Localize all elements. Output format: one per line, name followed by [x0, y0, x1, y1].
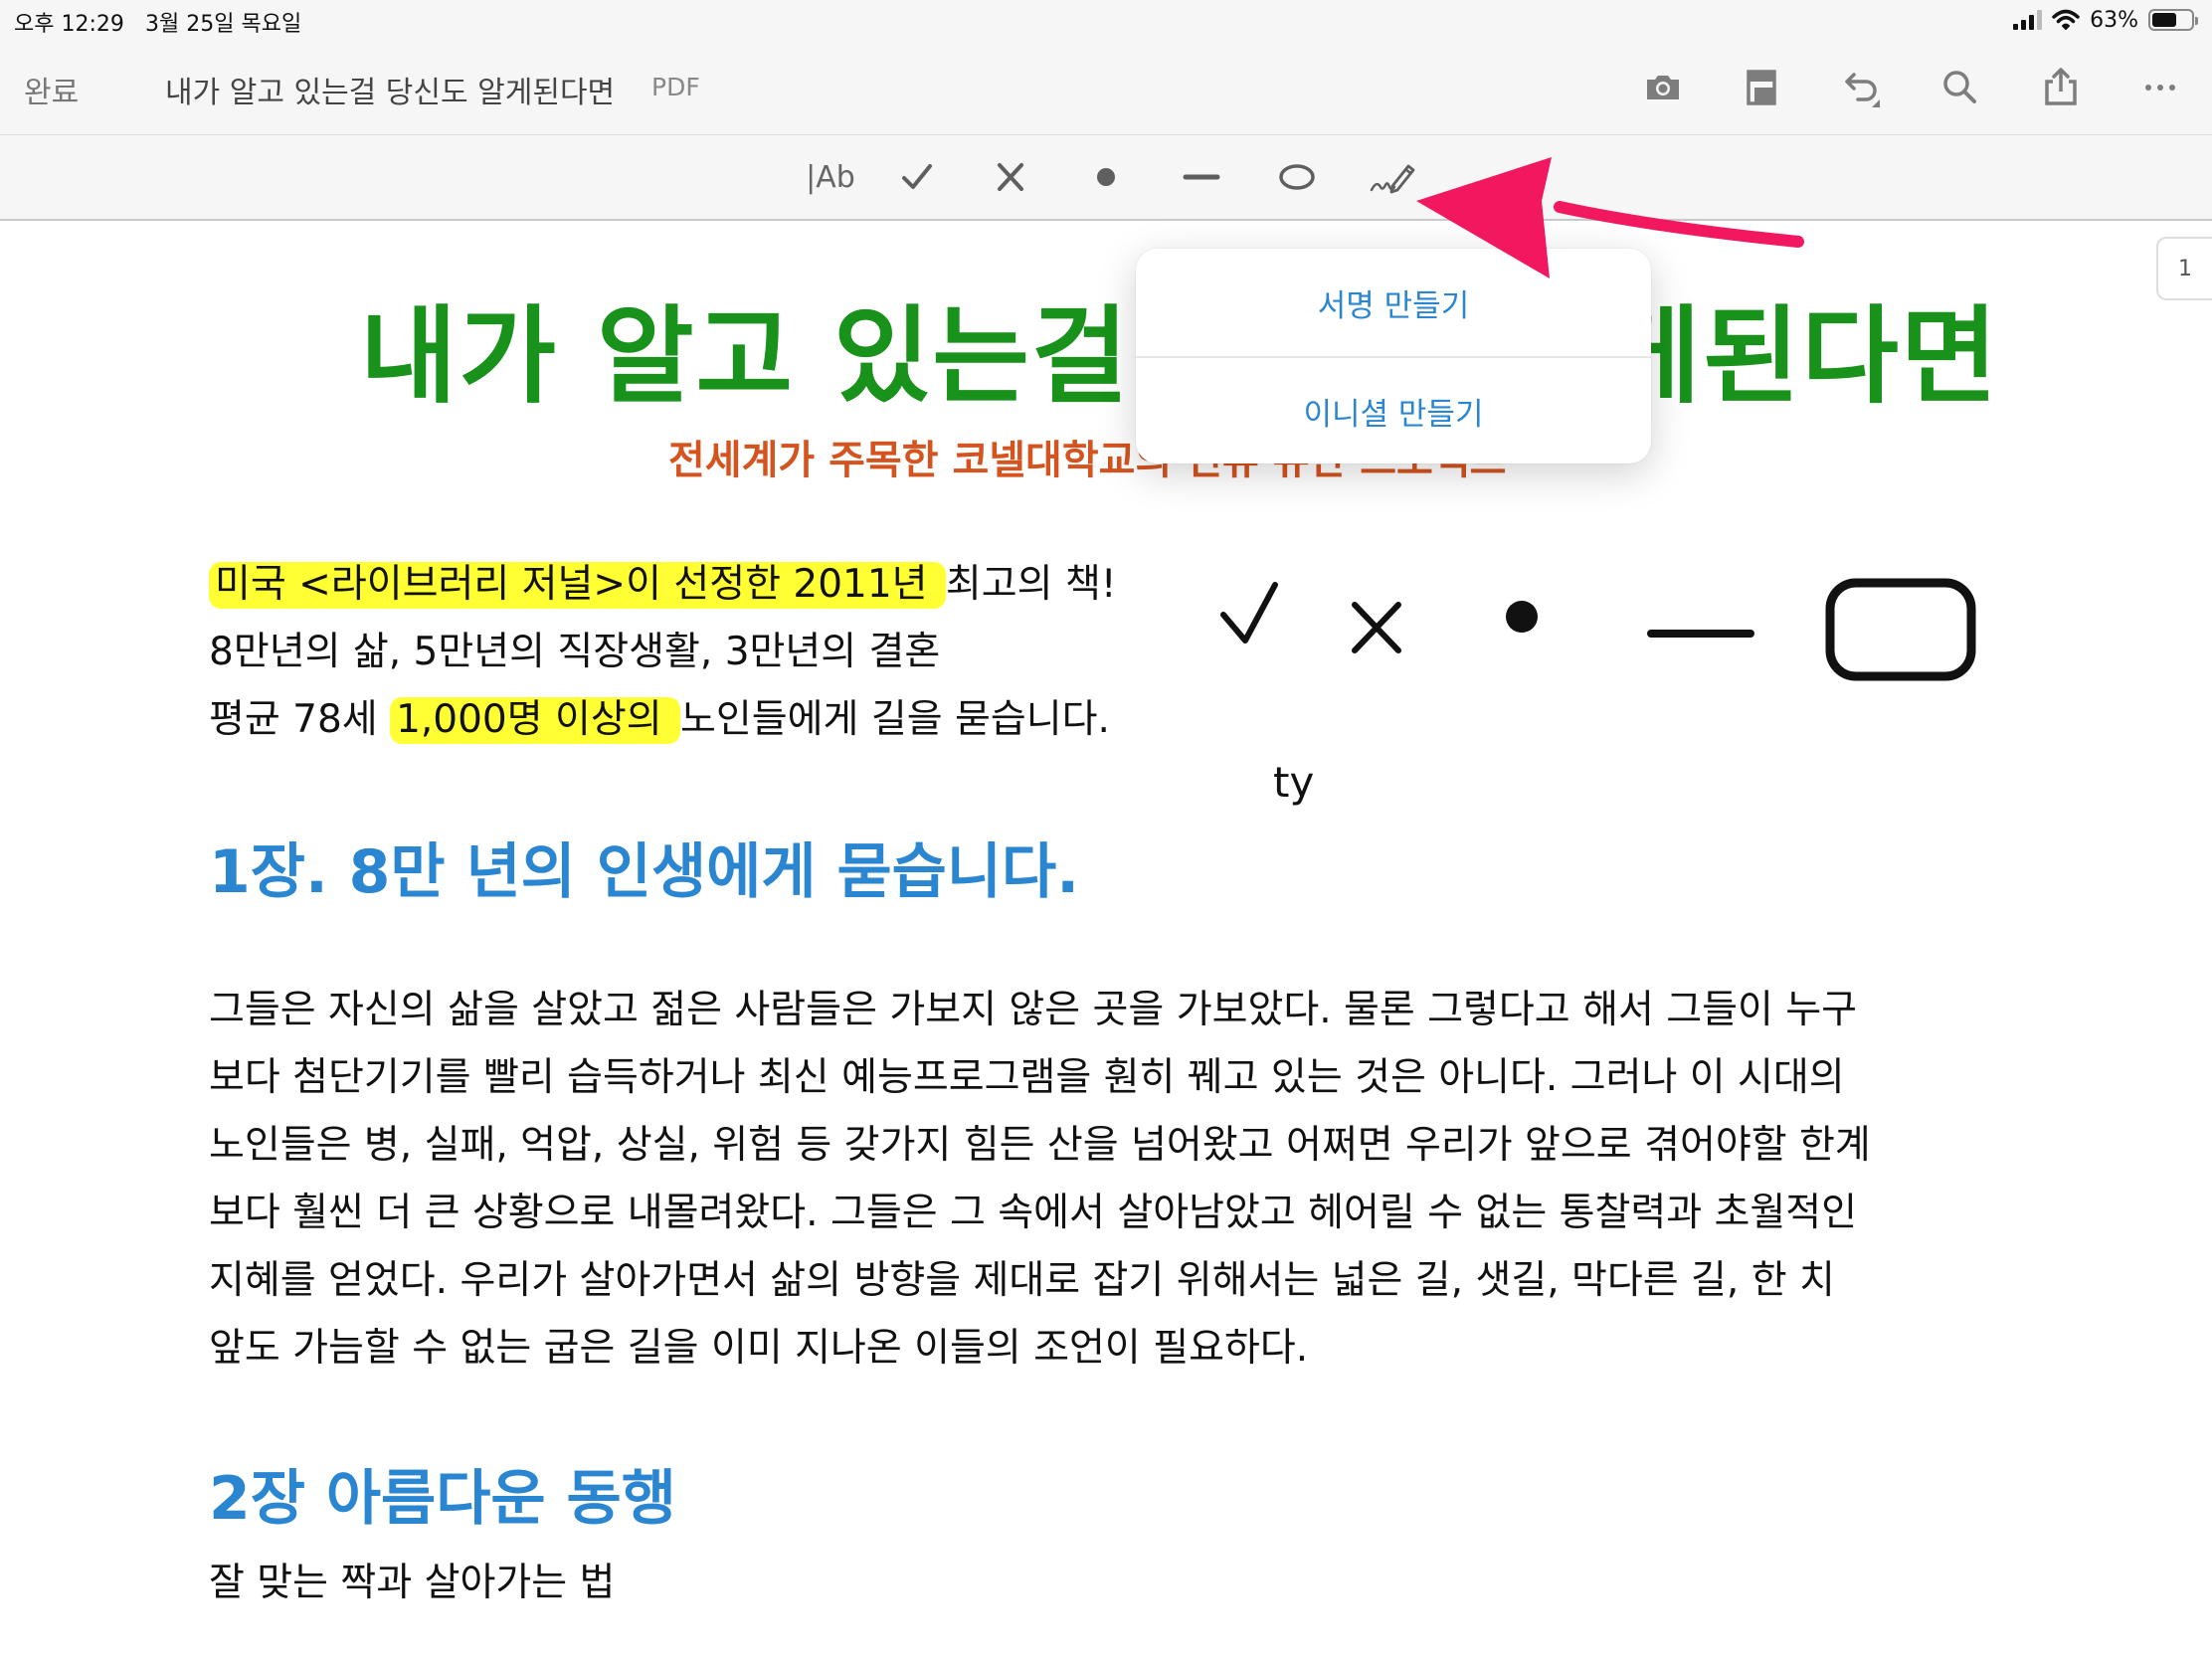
ink-text-annotation[interactable]: ty [1273, 758, 1314, 807]
cellular-signal-icon [2013, 10, 2043, 30]
chapter-1-heading: 1장. 8만 년의 인생에게 묻습니다. [209, 837, 1080, 907]
navigation-bar: 완료 내가 알고 있는걸 당신도 알게된다면 PDF [0, 40, 2212, 135]
wifi-icon [2052, 9, 2080, 30]
intro-line-3: 평균 78세 1,000명 이상의 노인들에게 길을 묻습니다. [209, 686, 1116, 754]
page-layout-icon[interactable] [1741, 66, 1784, 109]
document-title: 내가 알고 있는걸 당신도 알게된다면 [165, 76, 616, 110]
highlight-annotation[interactable]: 미국 <라이브러리 저널>이 선정한 2011년 [209, 562, 946, 609]
battery-percent: 63% [2090, 7, 2138, 33]
checkmark-icon [902, 164, 932, 189]
page-number-indicator[interactable]: 1 [2156, 237, 2212, 300]
status-bar: 오후 12:29 3월 25일 목요일 63% [0, 0, 2212, 40]
more-icon[interactable] [2138, 66, 2182, 109]
create-signature-menu-item[interactable]: 서명 만들기 [1136, 249, 1651, 356]
line-icon [1183, 174, 1220, 180]
ink-checkmark[interactable] [1220, 582, 1278, 644]
battery-fill [2152, 13, 2176, 27]
text-tool-icon: |Ab [806, 159, 855, 195]
status-time: 오후 12:29 [14, 12, 124, 37]
ink-rounded-rect[interactable] [1825, 578, 1976, 681]
chapter-2-subtitle: 잘 맞는 짝과 살아가는 법 [209, 1561, 616, 1605]
intro-text: 최고의 책! [945, 562, 1117, 607]
intro-text: 노인들에게 길을 묻습니다. [680, 697, 1110, 742]
signature-pen-icon [1370, 164, 1415, 194]
undo-icon[interactable] [1838, 66, 1882, 109]
camera-icon[interactable] [1641, 66, 1685, 109]
paragraph-line: 지혜를 얻었다. 우리가 살아가면서 삶의 방향을 제대로 잡기 위해서는 넓은… [209, 1258, 1835, 1303]
signature-tool-button[interactable] [1363, 153, 1422, 201]
ink-annotations [1220, 578, 1976, 681]
checkmark-tool-button[interactable] [887, 153, 947, 201]
paragraph-line: 앞도 가늠할 수 없는 굽은 길을 이미 지나온 이들의 조언이 필요하다. [209, 1326, 1309, 1371]
signature-popover: 서명 만들기 이니셜 만들기 [1136, 249, 1651, 463]
ink-cross[interactable] [1352, 602, 1401, 653]
paragraph-line: 보다 첨단기기를 빨리 습득하거나 최신 예능프로그램을 훤히 꿰고 있는 것은… [209, 1055, 1845, 1100]
chapter-1-paragraph: 그들은 자신의 삶을 살았고 젊은 사람들은 가보지 않은 곳을 가보았다. 물… [209, 977, 1999, 1382]
paragraph-line: 그들은 자신의 삶을 살았고 젊은 사람들은 가보지 않은 곳을 가보았다. 물… [209, 988, 1858, 1032]
cross-tool-button[interactable] [981, 153, 1040, 201]
dot-icon [1097, 168, 1115, 186]
ink-dot[interactable] [1506, 601, 1538, 633]
intro-text: 평균 78세 [209, 697, 391, 742]
search-icon[interactable] [1937, 66, 1981, 109]
highlight-annotation[interactable]: 1,000명 이상의 [390, 697, 681, 744]
paragraph-line: 보다 훨씬 더 큰 상황으로 내몰려왔다. 그들은 그 속에서 살아남았고 헤어… [209, 1191, 1858, 1235]
annotation-toolbar: |Ab [0, 135, 2212, 221]
status-indicators: 63% [2013, 6, 2198, 34]
done-button[interactable]: 완료 [24, 68, 79, 111]
line-tool-button[interactable] [1172, 153, 1231, 201]
file-type-label: PDF [651, 73, 700, 101]
share-icon[interactable] [2039, 66, 2083, 109]
status-date: 3월 25일 목요일 [145, 12, 302, 37]
dot-tool-button[interactable] [1076, 153, 1136, 201]
text-tool-button[interactable]: |Ab [791, 153, 870, 201]
paragraph-line: 노인들은 병, 실패, 억압, 상실, 위험 등 갖가지 힘든 산을 넘어왔고 … [209, 1123, 1871, 1168]
intro-block: 미국 <라이브러리 저널>이 선정한 2011년 최고의 책! 8만년의 삶, … [209, 551, 1116, 754]
battery-icon [2148, 9, 2198, 31]
chapter-2-heading: 2장 아름다운 동행 [209, 1464, 676, 1534]
ellipse-icon [1279, 164, 1315, 190]
ellipse-tool-button[interactable] [1267, 153, 1327, 201]
cross-icon [998, 163, 1023, 191]
intro-line-2: 8만년의 삶, 5만년의 직장생활, 3만년의 결혼 [209, 630, 941, 674]
create-initials-menu-item[interactable]: 이니셜 만들기 [1136, 356, 1651, 463]
intro-line-1: 미국 <라이브러리 저널>이 선정한 2011년 최고의 책! [209, 551, 1116, 619]
